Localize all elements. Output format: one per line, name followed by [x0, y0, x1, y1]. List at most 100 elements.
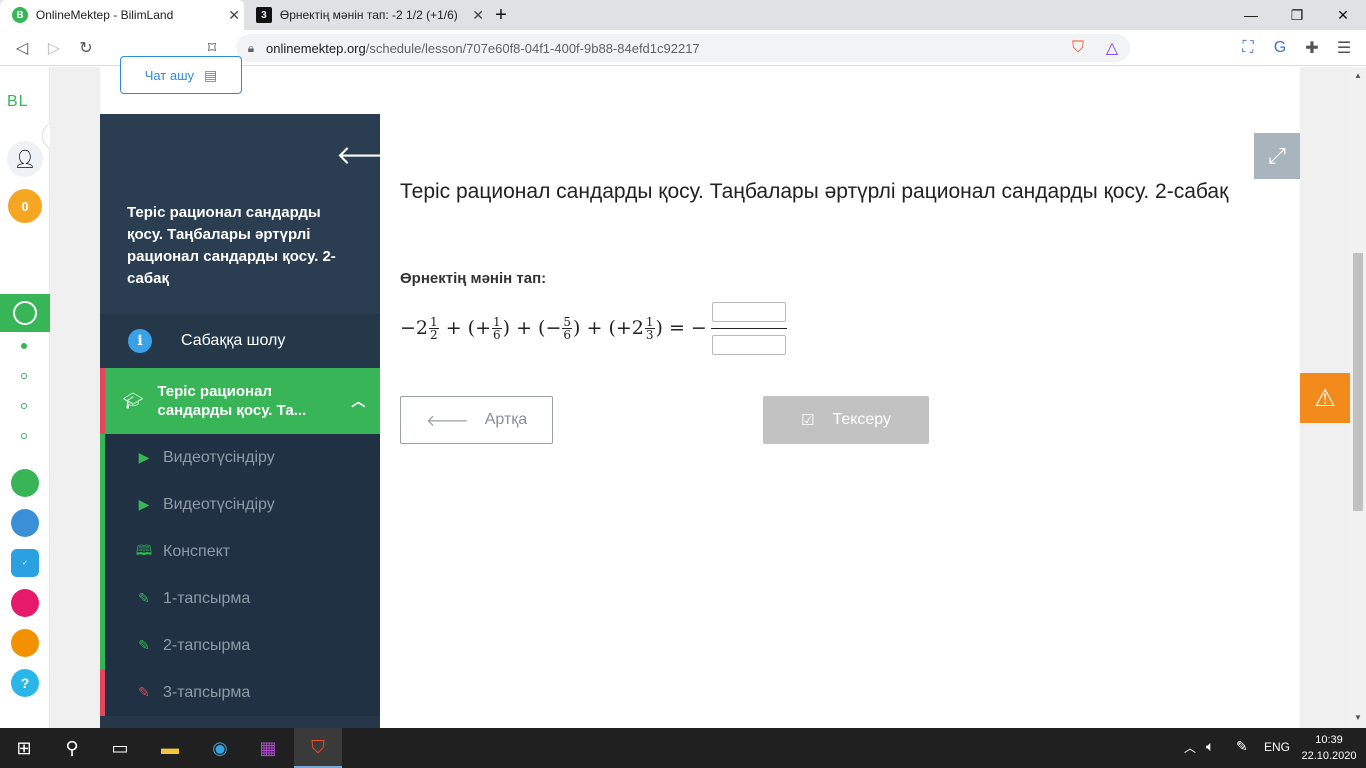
avatar[interactable]: 👤︎ — [7, 141, 43, 177]
check-button[interactable]: ☑ Тексеру — [763, 396, 929, 444]
step-dot-icon[interactable] — [21, 373, 27, 379]
sidebar-section-active[interactable]: 🎓︎ Теріс рационал сандарды қосу. Та... ︿ — [100, 368, 380, 434]
math-term: ) + (− — [502, 317, 562, 339]
sidebar-item-video-2[interactable]: ▶ Видеотүсіндіру — [100, 481, 380, 528]
chevron-up-icon[interactable]: ︿ — [351, 391, 365, 411]
pen-icon[interactable]: ✎ — [1236, 738, 1248, 755]
volume-icon[interactable]: 🔈︎ — [1206, 738, 1214, 755]
edit-icon: ✎ — [138, 590, 150, 606]
task-prompt: Өрнектің мәнін тап: — [400, 270, 547, 287]
clock-date: 22.10.2020 — [1301, 750, 1357, 762]
help-icon[interactable]: ? — [11, 669, 39, 697]
tab-task[interactable]: 3 Өрнектің мәнін тап: -2 1/2 (+1/6) ✕ — [244, 0, 488, 30]
url-path: /schedule/lesson/707e60f8-04f1-400f-9b88… — [365, 40, 700, 56]
sidebar-item-overview[interactable]: i Сабаққа шолу — [100, 314, 380, 368]
tab-title: Өрнектің мәнін тап: -2 1/2 (+1/6) — [279, 8, 458, 22]
answer-numerator-input[interactable] — [711, 301, 786, 322]
bilimbook-app-icon[interactable] — [11, 509, 39, 537]
play-icon: ▶ — [138, 449, 150, 465]
math-fraction: 56 — [562, 314, 573, 342]
brave-rewards-icon[interactable]: △ — [1100, 36, 1124, 60]
google-translate-icon[interactable]: G — [1268, 36, 1292, 60]
back-arrow-icon[interactable]: ◁ — [10, 36, 34, 60]
scroll-up-icon[interactable]: ▲ — [1354, 71, 1362, 80]
restore-icon[interactable]: ❐ — [1274, 0, 1320, 30]
sidebar-item-label: 3-тапсырма — [163, 683, 251, 701]
reload-icon[interactable]: ↻ — [74, 36, 98, 60]
windows-start-icon[interactable]: ⊞ — [0, 728, 48, 768]
math-term: −2 — [400, 317, 429, 339]
scrollbar-thumb[interactable] — [1353, 253, 1363, 511]
fullscreen-expand-icon[interactable]: ⤢ — [1254, 133, 1300, 179]
bilimland-favicon-icon: B — [12, 7, 28, 23]
windows-taskbar: ⊞ ⚲ ▭ ▬ ◉ ▦ ⛉ ︿ 🔈︎ ✎ ENG 10:39 22.10.202… — [0, 728, 1366, 768]
tray-chevron-up-icon[interactable]: ︿ — [1184, 739, 1196, 756]
imagin-app-icon[interactable] — [11, 629, 39, 657]
points-badge[interactable]: 0 — [8, 189, 42, 223]
brave-taskbar-icon[interactable]: ⛉ — [294, 728, 342, 768]
task-view-icon[interactable]: ▭ — [96, 728, 144, 768]
address-bar[interactable]: 🔒︎ onlinemektep.org/schedule/lesson/707e… — [236, 34, 1130, 62]
sidebar-item-task-2[interactable]: ✎ 2-тапсырма — [100, 622, 380, 669]
fraction-bar — [710, 327, 787, 329]
open-chat-button[interactable]: Чат ашу ▤ — [120, 56, 242, 94]
app-rail: BL 👤︎ › 0 ✓ ? — [0, 67, 72, 728]
arrow-left-icon: 🡐 — [425, 412, 469, 430]
minimize-icon[interactable]: — — [1228, 0, 1274, 30]
scroll-down-icon[interactable]: ▼ — [1354, 713, 1362, 722]
sidebar-item-video-1[interactable]: ▶ Видеотүсіндіру — [100, 434, 380, 481]
sidebar-header: 🡐 Теріс рационал сандарды қосу. Таңбалар… — [100, 114, 406, 314]
twig-app-icon[interactable] — [11, 589, 39, 617]
answer-denominator-input[interactable] — [711, 334, 786, 355]
step-dot-icon[interactable] — [21, 433, 27, 439]
extensions-puzzle-icon[interactable]: ✚ — [1300, 36, 1324, 60]
edit-icon: ✎ — [138, 637, 150, 653]
sidebar-item-task-3[interactable]: ✎ 3-тапсырма — [100, 669, 380, 716]
clock[interactable]: 10:39 22.10.2020 — [1300, 732, 1358, 764]
task-favicon-icon: 3 — [256, 7, 272, 23]
translate-icon[interactable]: ⛶ — [1236, 36, 1260, 60]
sidebar-item-label: Видеотүсіндіру — [163, 495, 275, 513]
forward-arrow-icon[interactable]: ▷ — [42, 36, 66, 60]
book-icon: 🕮︎ — [135, 541, 153, 558]
check-button-label: Тексеру — [832, 411, 892, 428]
search-icon[interactable]: ⚲ — [48, 728, 96, 768]
math-term: ) + (+2 — [573, 317, 644, 339]
tab-close-icon[interactable]: ✕ — [224, 7, 244, 24]
back-button-label: Артқа — [484, 411, 528, 428]
input-language[interactable]: ENG — [1264, 740, 1290, 754]
edit-icon: ✎ — [138, 684, 150, 700]
menu-icon[interactable]: ☰ — [1332, 36, 1356, 60]
page-scrollbar[interactable]: ▲ ▼ — [1350, 67, 1366, 728]
sidebar-item-task-1[interactable]: ✎ 1-тапсырма — [100, 575, 380, 622]
math-term: + (+ — [439, 317, 491, 339]
lesson-title: Теріс рационал сандарды қосу. Таңбалары … — [400, 180, 1229, 203]
step-dot-icon[interactable] — [21, 343, 27, 349]
brave-shield-icon[interactable]: ⛉ — [1066, 36, 1090, 60]
clock-time: 10:39 — [1315, 734, 1343, 746]
tab-onlinemektep[interactable]: B OnlineMektep - BilimLand ✕ — [0, 0, 244, 30]
edge-icon[interactable]: ◉ — [196, 728, 244, 768]
new-tab-plus-icon[interactable]: + — [488, 0, 514, 30]
math-term: ) = − — [655, 317, 707, 339]
bl-logo[interactable]: BL — [7, 93, 29, 111]
window-close-icon[interactable]: ✕ — [1320, 0, 1366, 30]
sidebar-item-notes[interactable]: 🕮︎ Конспект — [100, 528, 380, 575]
math-fraction: 12 — [429, 314, 439, 342]
onlinemektep-rail-item[interactable] — [0, 294, 50, 332]
lock-icon: 🔒︎ — [247, 40, 255, 55]
tab-close-icon[interactable]: ✕ — [468, 7, 488, 24]
file-explorer-icon[interactable]: ▬ — [146, 728, 194, 768]
sidebar-back-arrow-icon[interactable]: 🡐 — [336, 140, 406, 171]
test-app-icon[interactable]: ✓ — [11, 549, 39, 577]
bilimland-app-icon[interactable] — [11, 469, 39, 497]
checkbox-check-icon: ☑ — [800, 412, 815, 429]
report-warning-icon[interactable]: ⚠ — [1300, 373, 1350, 423]
sidebar-item-label: 2-тапсырма — [163, 636, 251, 654]
winrar-icon[interactable]: ▦ — [244, 728, 292, 768]
step-dot-icon[interactable] — [21, 403, 27, 409]
back-button[interactable]: 🡐 Артқа — [400, 396, 553, 444]
answer-fraction — [710, 301, 787, 355]
sidebar-item-label: Видеотүсіндіру — [163, 448, 275, 466]
tab-title: OnlineMektep - BilimLand — [35, 8, 174, 22]
